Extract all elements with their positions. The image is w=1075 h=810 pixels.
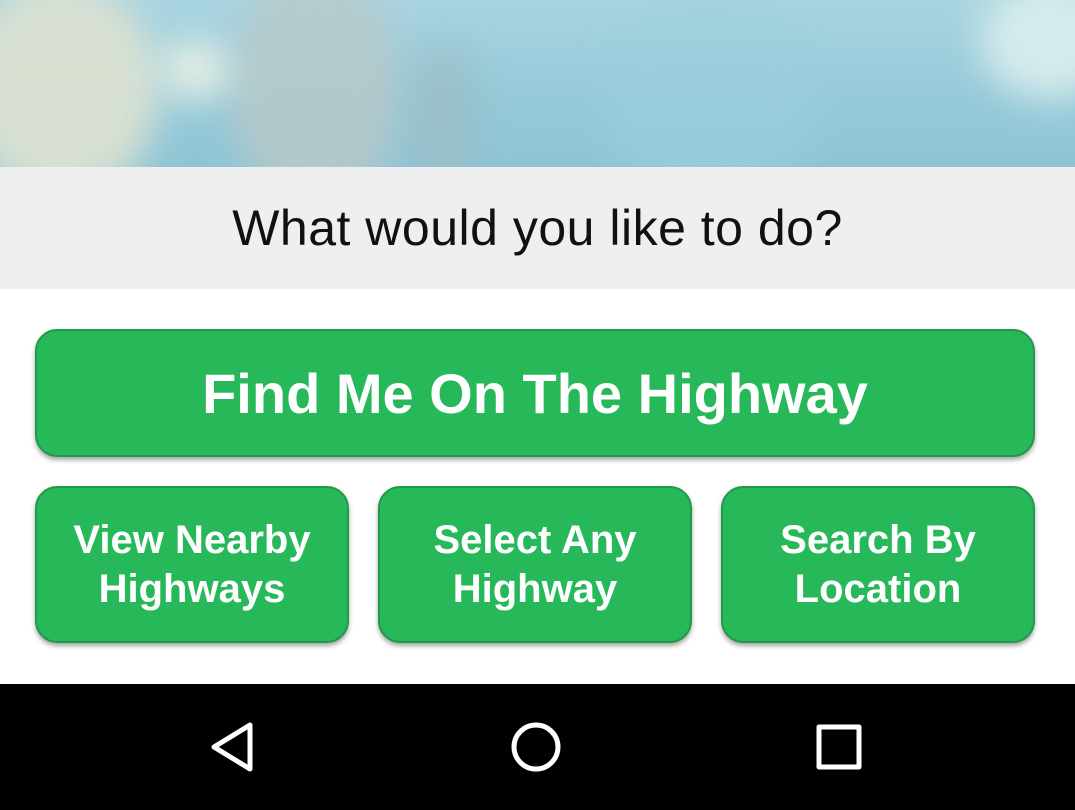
prompt-bar: What would you like to do? <box>0 167 1075 289</box>
search-by-location-button[interactable]: Search By Location <box>721 486 1035 643</box>
actions-panel: Find Me On The Highway View Nearby Highw… <box>0 289 1075 684</box>
home-button[interactable] <box>466 684 606 810</box>
system-navigation-bar <box>0 684 1075 810</box>
hero-image <box>0 0 1075 167</box>
prompt-text: What would you like to do? <box>232 200 843 256</box>
app-screen: What would you like to do? Find Me On Th… <box>0 0 1075 810</box>
back-icon <box>211 722 253 772</box>
select-any-highway-button[interactable]: Select Any Highway <box>378 486 692 643</box>
recents-button[interactable] <box>769 684 909 810</box>
back-button[interactable] <box>164 684 304 810</box>
recents-icon <box>816 724 862 770</box>
find-me-on-highway-button[interactable]: Find Me On The Highway <box>35 329 1035 457</box>
view-nearby-highways-button[interactable]: View Nearby Highways <box>35 486 349 643</box>
home-icon <box>511 722 561 772</box>
